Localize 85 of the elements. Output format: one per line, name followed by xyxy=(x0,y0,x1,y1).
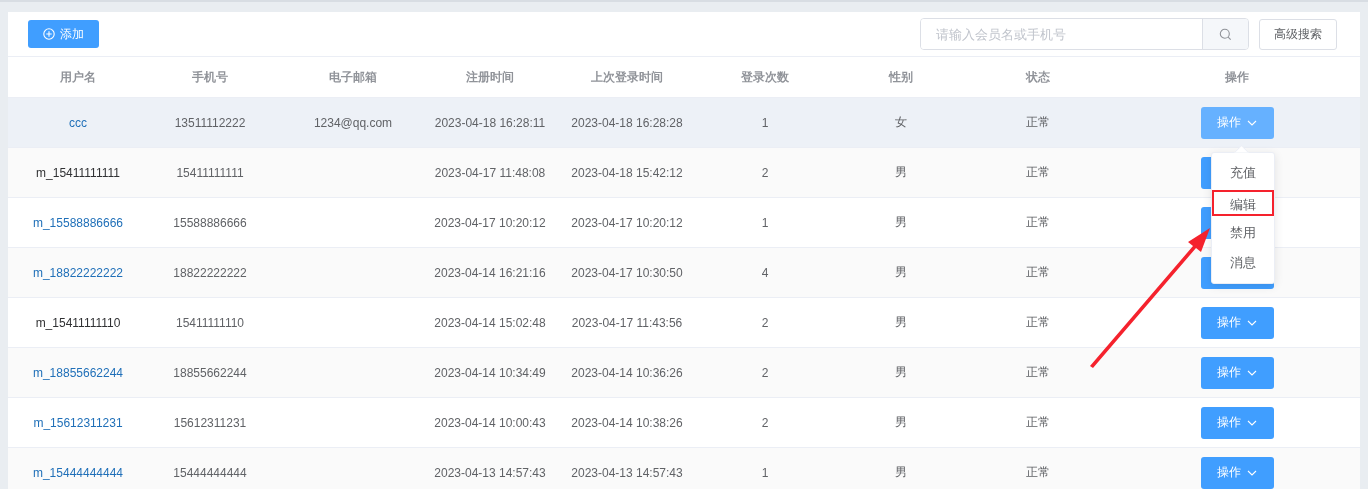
table-cell: 15612311231 xyxy=(173,415,247,430)
menu-item[interactable]: 消息 xyxy=(1212,248,1274,278)
action-dropdown-button[interactable]: 操作 xyxy=(1200,456,1274,489)
table-cell: 2023-04-18 16:28:11 xyxy=(434,115,546,130)
action-dropdown-button[interactable]: 操作 xyxy=(1200,406,1274,439)
table-cell: 2023-04-17 11:48:08 xyxy=(434,165,546,180)
table-cell: 正常 xyxy=(1026,414,1050,431)
table-cell: 男 xyxy=(895,264,907,281)
table-cell: 18855662244 xyxy=(173,365,247,380)
table-cell: 男 xyxy=(895,314,907,331)
table-cell: 2023-04-14 15:02:48 xyxy=(434,315,546,330)
table-cell: 2023-04-18 16:28:28 xyxy=(571,115,683,130)
table-cell: 1234@qq.com xyxy=(313,115,393,130)
table-cell: 15444444444 xyxy=(173,465,247,480)
username-link[interactable]: ccc xyxy=(69,115,87,130)
table-cell: 1 xyxy=(761,115,769,130)
menu-item[interactable]: 充值 xyxy=(1212,158,1274,188)
table-cell: 2023-04-14 10:36:26 xyxy=(571,365,683,380)
table-cell: 15411111110 xyxy=(175,315,245,330)
column-header: 注册时间 xyxy=(466,68,514,86)
table-cell: 2023-04-18 15:42:12 xyxy=(571,165,683,180)
chevron-down-icon xyxy=(1247,469,1257,476)
table-cell: 正常 xyxy=(1026,314,1050,331)
plus-circle-icon xyxy=(43,28,55,40)
search-icon xyxy=(1219,27,1232,41)
table-cell: 正常 xyxy=(1026,264,1050,281)
username: m_15411111111 xyxy=(36,165,120,180)
table-cell: 2023-04-13 14:57:43 xyxy=(571,465,683,480)
chevron-down-icon xyxy=(1247,419,1257,426)
table-cell: 2023-04-14 16:21:16 xyxy=(434,265,546,280)
menu-item[interactable]: 禁用 xyxy=(1212,218,1274,248)
menu-item[interactable]: 编辑 xyxy=(1212,190,1274,216)
table-cell: 2023-04-17 11:43:56 xyxy=(571,315,683,330)
action-dropdown-button[interactable]: 操作 xyxy=(1200,356,1274,389)
column-header: 上次登录时间 xyxy=(591,68,663,86)
column-header: 性别 xyxy=(889,68,913,86)
table-cell: 2 xyxy=(761,415,769,430)
add-button[interactable]: 添加 xyxy=(28,20,99,48)
chevron-down-icon xyxy=(1247,369,1257,376)
table-cell: 女 xyxy=(895,114,907,131)
table-cell: 男 xyxy=(895,164,907,181)
table-cell: 2023-04-14 10:38:26 xyxy=(571,415,683,430)
table-cell: 正常 xyxy=(1026,214,1050,231)
search-button[interactable] xyxy=(1202,19,1248,49)
table-cell: 男 xyxy=(895,364,907,381)
username-link[interactable]: m_15444444444 xyxy=(32,465,124,480)
table-cell: 2 xyxy=(761,165,769,180)
username-link[interactable]: m_15612311231 xyxy=(33,415,123,430)
table-cell: 2023-04-14 10:34:49 xyxy=(434,365,546,380)
table-cell: 2023-04-17 10:20:12 xyxy=(571,215,683,230)
table-cell: 1 xyxy=(761,215,769,230)
table-cell: 男 xyxy=(895,414,907,431)
table-cell: 男 xyxy=(895,464,907,481)
table-cell: 15588886666 xyxy=(173,215,247,230)
username: m_15411111110 xyxy=(35,315,121,330)
table-cell: 正常 xyxy=(1026,114,1050,131)
column-header: 手机号 xyxy=(192,68,228,86)
table-cell: 2023-04-17 10:30:50 xyxy=(571,265,683,280)
column-header: 操作 xyxy=(1225,68,1249,86)
table-cell: 13511112222 xyxy=(174,115,246,130)
column-header: 电子邮箱 xyxy=(329,68,377,86)
username-link[interactable]: m_18855662244 xyxy=(32,365,124,380)
action-dropdown-button[interactable]: 操作 xyxy=(1200,306,1274,339)
column-header: 登录次数 xyxy=(741,68,789,86)
table-cell: 2023-04-17 10:20:12 xyxy=(434,215,546,230)
table-cell: 2 xyxy=(761,365,769,380)
table-cell: 正常 xyxy=(1026,464,1050,481)
table-cell: 15411111111 xyxy=(176,165,244,180)
chevron-down-icon xyxy=(1247,119,1257,126)
search-field[interactable]: 请输入会员名或手机号 xyxy=(920,18,1249,50)
column-header: 用户名 xyxy=(60,68,96,86)
table-cell: 正常 xyxy=(1026,164,1050,181)
table-cell: 1 xyxy=(761,465,769,480)
table-cell: 18822222222 xyxy=(173,265,247,280)
advanced-search-button[interactable]: 高级搜索 xyxy=(1259,18,1337,50)
table-cell: 2023-04-14 10:00:43 xyxy=(434,415,546,430)
table-cell: 正常 xyxy=(1026,364,1050,381)
username-link[interactable]: m_15588886666 xyxy=(32,215,124,230)
chevron-down-icon xyxy=(1247,319,1257,326)
table-cell: 2 xyxy=(761,315,769,330)
table-cell: 2023-04-13 14:57:43 xyxy=(434,465,546,480)
column-header: 状态 xyxy=(1026,68,1050,86)
table-cell: 4 xyxy=(761,265,769,280)
username-link[interactable]: m_18822222222 xyxy=(32,265,124,280)
table-cell: 男 xyxy=(895,214,907,231)
